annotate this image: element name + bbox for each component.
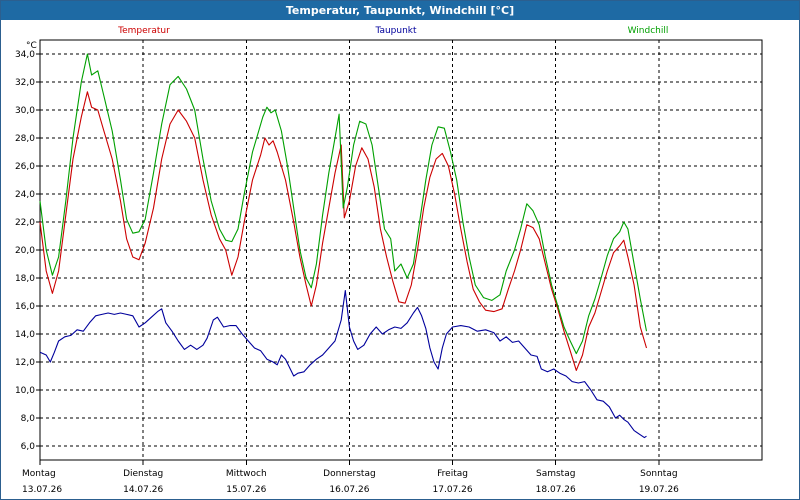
y-tick-label: 32,0 — [15, 78, 35, 88]
y-tick-label: 20,0 — [15, 246, 35, 256]
x-tick-label-day: Sonntag — [640, 469, 677, 479]
y-tick-label: 26,0 — [15, 162, 35, 172]
y-tick-label: 24,0 — [15, 190, 35, 200]
chart-canvas: 34,0 32,0 30,0 28,0 26,0 24,0 22,0 20,0 18,0 16,0… — [15, 26, 763, 495]
x-tick-label-date: 13.07.26 — [22, 485, 62, 495]
x-tick-label-date: 18.07.26 — [536, 485, 576, 495]
x-tick-label-day: Samstag — [536, 469, 575, 479]
chart-grid — [40, 40, 762, 460]
y-axis-label: °C — [26, 41, 37, 51]
y-tick-label: 34,0 — [15, 50, 35, 60]
y-tick-label: 30,0 — [15, 106, 35, 116]
chart-axes — [36, 39, 763, 465]
y-tick-label: 16,0 — [15, 302, 35, 312]
x-tick-label-day: Donnerstag — [323, 469, 376, 479]
y-tick-label: 22,0 — [15, 218, 35, 228]
legend-label-temperatur: Temperatur — [117, 26, 170, 36]
y-tick-label: 14,0 — [15, 330, 35, 340]
y-tick-label: 8,0 — [21, 414, 36, 424]
x-tick-label-date: 17.07.26 — [433, 485, 473, 495]
x-tick-label-day: Montag — [22, 469, 56, 479]
x-tick-label-date: 19.07.26 — [639, 485, 679, 495]
y-tick-label: 10,0 — [15, 386, 35, 396]
y-tick-label: 28,0 — [15, 134, 35, 144]
x-tick-label-day: Dienstag — [123, 469, 163, 479]
y-tick-label: 12,0 — [15, 358, 35, 368]
legend-label-taupunkt: Taupunkt — [374, 26, 417, 36]
x-tick-label-day: Freitag — [437, 469, 468, 479]
y-tick-label: 6,0 — [21, 442, 36, 452]
x-tick-label-day: Mittwoch — [226, 469, 267, 479]
x-tick-label-date: 15.07.26 — [226, 485, 266, 495]
chart-labels: 34,0 32,0 30,0 28,0 26,0 24,0 22,0 20,0 18,0 16,0… — [15, 26, 679, 495]
legend-label-windchill: Windchill — [628, 26, 669, 36]
x-tick-label-date: 16.07.26 — [329, 485, 369, 495]
y-tick-label: 18,0 — [15, 274, 35, 284]
x-tick-label-date: 14.07.26 — [123, 485, 163, 495]
